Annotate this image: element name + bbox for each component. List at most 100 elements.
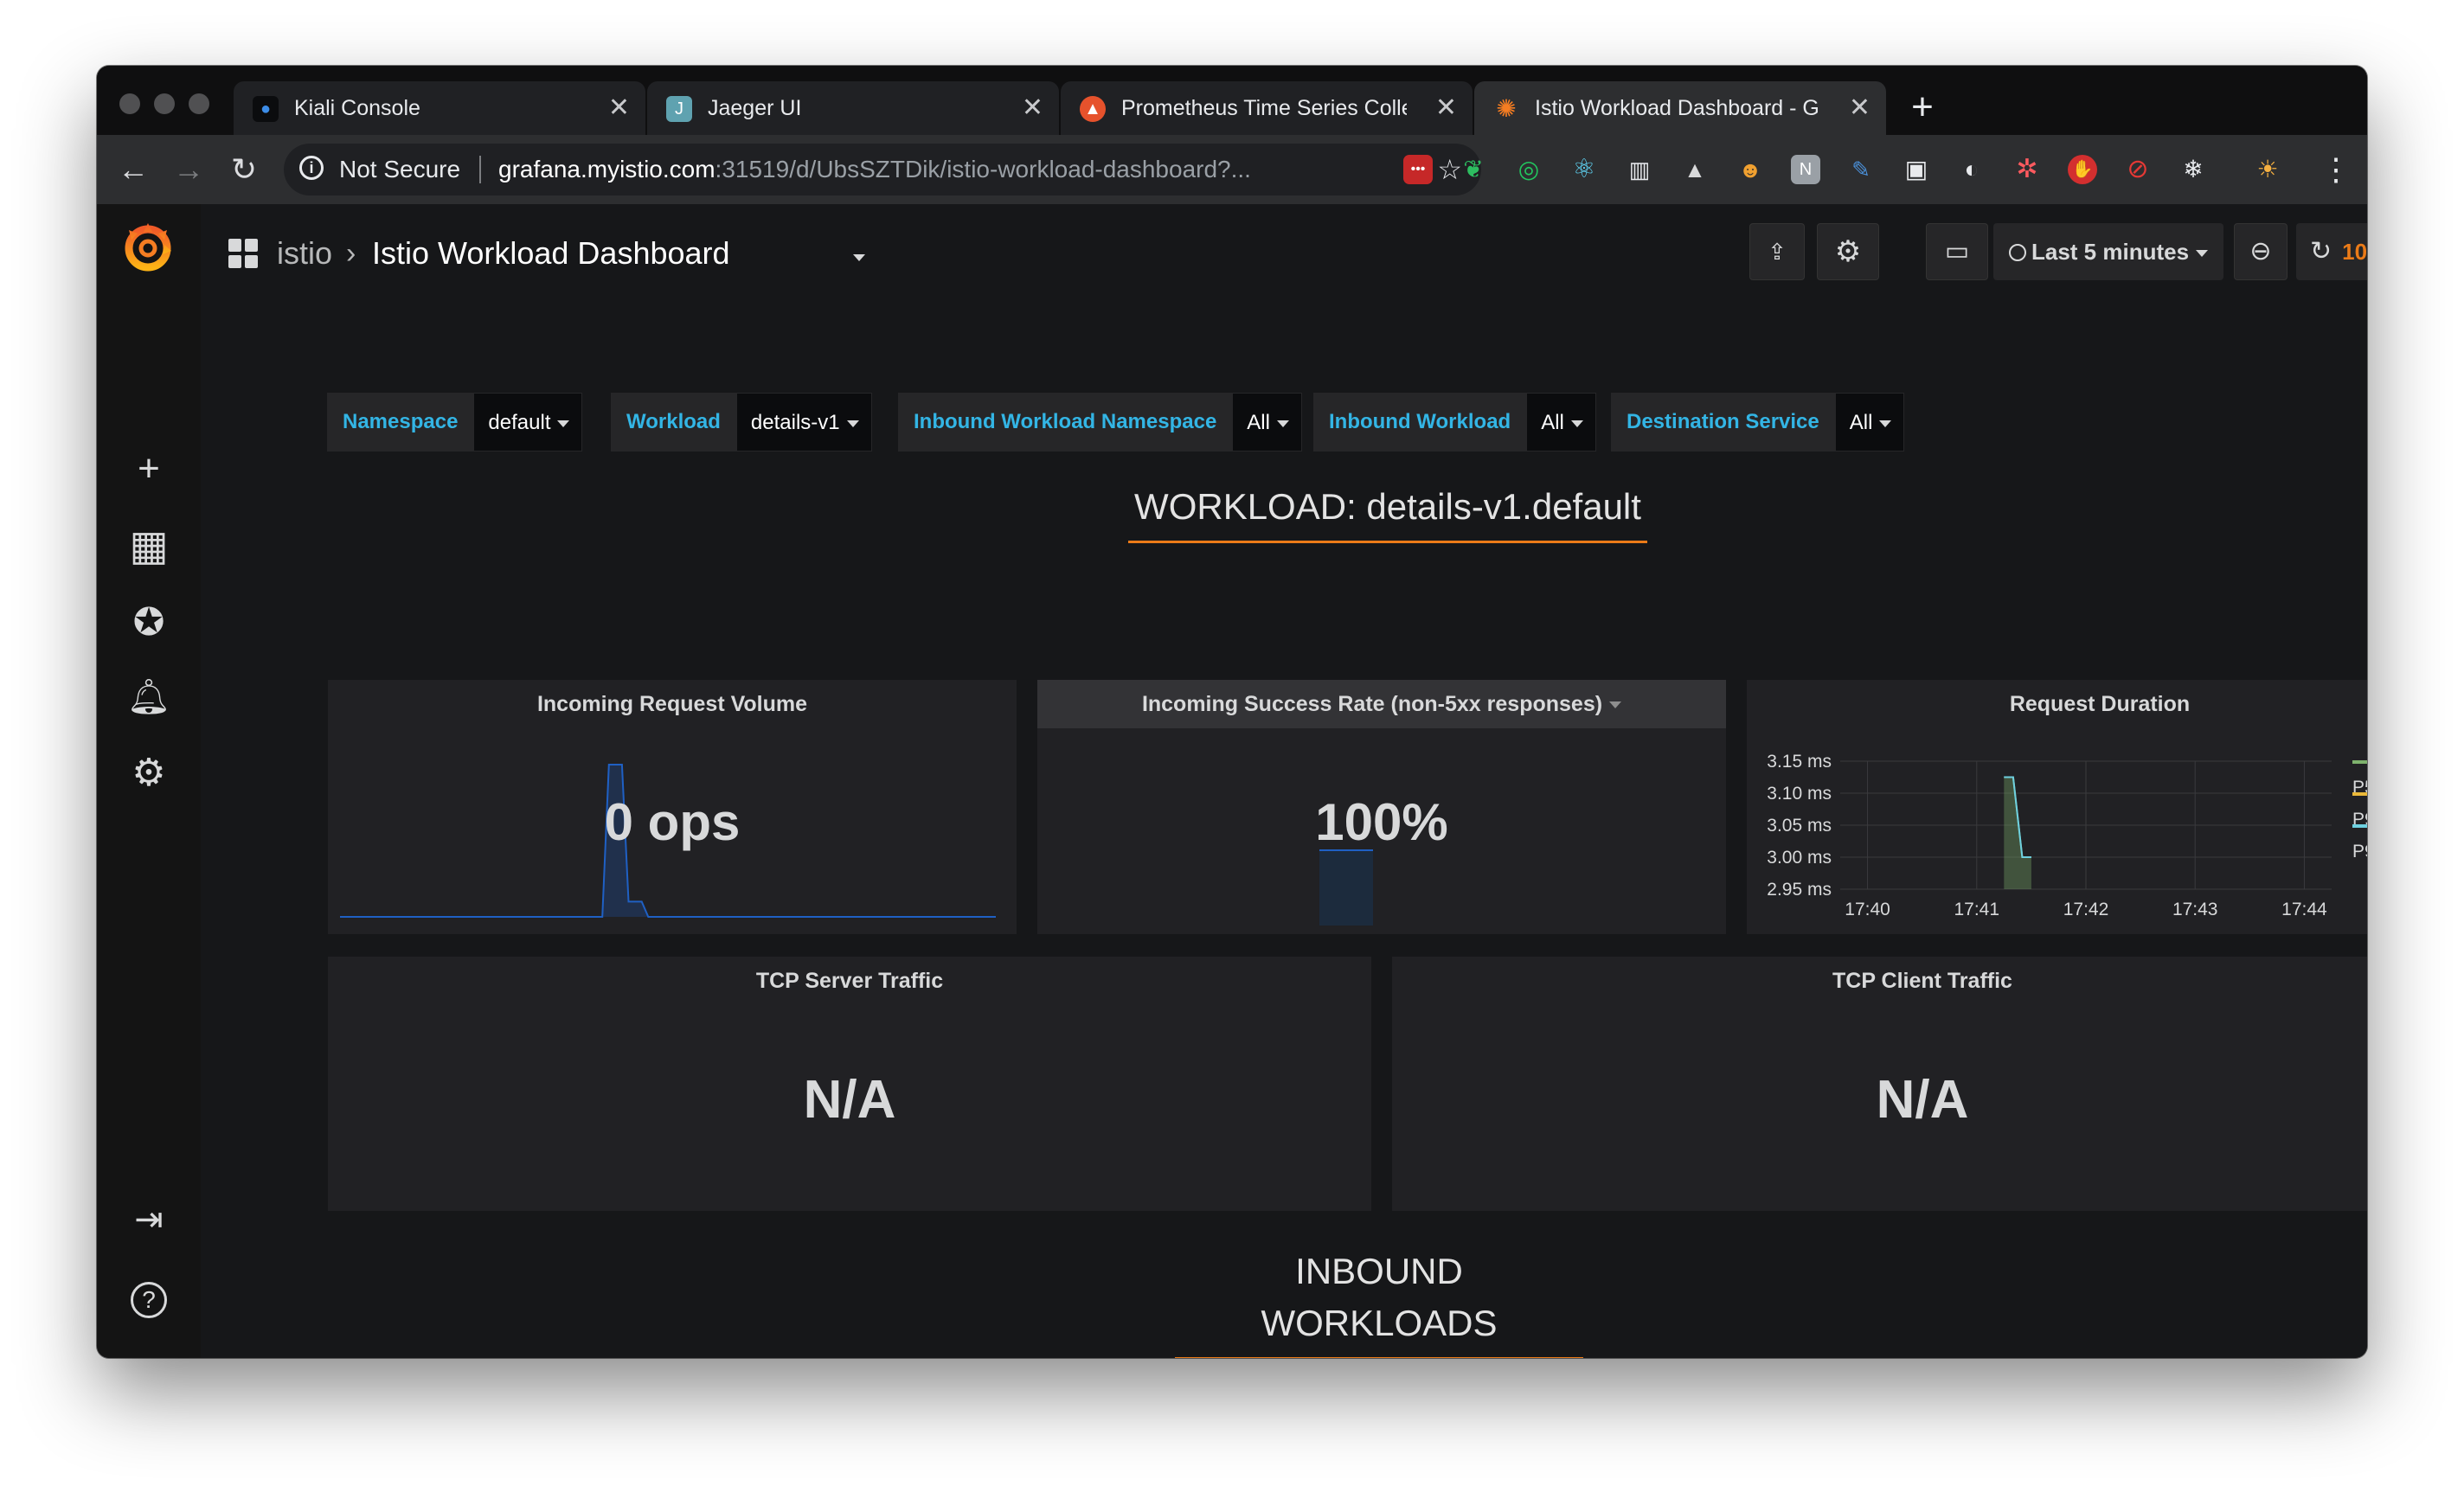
browser-menu-icon[interactable]: ⋮ [2320, 154, 2352, 185]
variable-workload: Workload details-v1 [611, 393, 872, 452]
extension-circle-icon[interactable]: ◐ [1957, 155, 1986, 184]
explore-compass-icon[interactable]: ✪ [126, 600, 171, 645]
configuration-gear-icon[interactable]: ⚙ [126, 751, 171, 796]
variable-select[interactable]: All [1232, 393, 1302, 452]
variable-label: Namespace [327, 393, 474, 452]
panel-tcp-server-traffic[interactable]: TCP Server Traffic N/A [328, 957, 1371, 1211]
alerting-bell-icon[interactable]: 🔔︎ [126, 675, 171, 720]
extension-reader-icon[interactable]: ▥ [1625, 155, 1654, 184]
share-icon[interactable]: ⇪ [1749, 223, 1805, 280]
zoom-out-icon[interactable]: ⊖ [2234, 223, 2288, 280]
extension-react-icon[interactable]: ⚛ [1569, 155, 1599, 184]
panel-incoming-success-rate[interactable]: Incoming Success Rate (non-5xx responses… [1037, 680, 1726, 934]
security-label: Not Secure [339, 156, 461, 183]
grafana-logo-icon[interactable] [119, 218, 176, 275]
tab-strip: ● Kiali Console ✕ J Jaeger UI ✕ ▲ Promet… [97, 66, 2367, 135]
extension-nimbus-icon[interactable]: N [1791, 155, 1820, 184]
refresh-picker[interactable]: ↻ 10s [2296, 223, 2367, 280]
create-plus-icon[interactable]: + [126, 446, 171, 491]
new-tab-button[interactable]: + [1898, 83, 1947, 131]
extension-block-icon[interactable]: ⊘ [2123, 155, 2153, 184]
address-bar[interactable]: i Not Secure grafana.myistio.com:31519/d… [284, 144, 1481, 195]
y-tick-label: 2.95 ms [1767, 880, 1832, 900]
variable-label: Workload [611, 393, 736, 452]
panel-request-duration[interactable]: Request Duration 3.15 ms 3.10 ms 3.05 ms 3.… [1747, 680, 2367, 934]
variable-select[interactable]: details-v1 [735, 393, 872, 452]
panel-title[interactable]: TCP Client Traffic [1392, 957, 2367, 1005]
extension-evernote-icon[interactable]: ❦ [1459, 155, 1488, 184]
request-duration-chart: 3.15 ms 3.10 ms 3.05 ms 3.00 ms 2.95 ms 17:40… [1767, 752, 2332, 919]
panel-title[interactable]: Request Duration [1747, 680, 2367, 728]
kiali-favicon-icon: ● [253, 96, 279, 122]
refresh-icon[interactable]: ↻ [2310, 237, 2332, 266]
close-icon[interactable]: ✕ [1849, 81, 1870, 135]
variable-destination-service: Destination Service All [1611, 393, 1905, 452]
tab-kiali[interactable]: ● Kiali Console ✕ [234, 81, 645, 135]
grafana-favicon-icon: ✺ [1496, 95, 1517, 122]
time-range-picker[interactable]: Last 5 minutes [1993, 223, 2223, 280]
window-zoom-button[interactable] [189, 93, 209, 114]
panel-incoming-request-volume[interactable]: Incoming Request Volume 0 ops [328, 680, 1017, 934]
dashboard-content: istio › Istio Workload Dashboard ⇪ ⚙ ▭ L… [201, 204, 2367, 1358]
window-close-button[interactable] [119, 93, 140, 114]
extension-snow-icon[interactable]: ❄ [2178, 155, 2208, 184]
refresh-interval: 10s [2342, 239, 2367, 265]
close-icon[interactable]: ✕ [1022, 81, 1043, 135]
close-icon[interactable]: ✕ [1435, 81, 1457, 135]
panel-title[interactable]: Incoming Success Rate (non-5xx responses… [1037, 680, 1726, 728]
info-icon[interactable]: i [299, 156, 324, 180]
y-tick-label: 3.15 ms [1767, 752, 1832, 772]
forward-arrow-icon[interactable]: → [166, 147, 211, 192]
dashboards-grid-icon[interactable]: ▦ [126, 524, 171, 569]
tab-grafana[interactable]: ✺ Istio Workload Dashboard - Gra ✕ [1474, 81, 1886, 135]
y-tick-label: 3.10 ms [1767, 784, 1832, 804]
variable-select[interactable]: All [1834, 393, 1905, 452]
tab-jaeger[interactable]: J Jaeger UI ✕ [647, 81, 1059, 135]
extension-stop-hand-icon[interactable]: ✋ [2068, 155, 2097, 184]
window-minimize-button[interactable] [154, 93, 175, 114]
reload-icon[interactable]: ↻ [221, 147, 266, 192]
settings-gear-icon[interactable]: ⚙ [1817, 223, 1879, 280]
extension-lastpass-icon[interactable]: ••• [1403, 155, 1433, 184]
legend-swatch [2352, 824, 2367, 829]
help-icon[interactable]: ? [126, 1273, 171, 1318]
extension-avatar-icon[interactable]: ☻ [1736, 155, 1765, 184]
grafana-sidemenu: + ▦ ✪ 🔔︎ ⚙ ⇥ ? [97, 204, 201, 1358]
legend-swatch [2352, 760, 2367, 765]
close-icon[interactable]: ✕ [608, 81, 630, 135]
legend-swatch [2352, 792, 2367, 797]
panel-tcp-client-traffic[interactable]: TCP Client Traffic N/A [1392, 957, 2367, 1211]
y-tick-label: 3.00 ms [1767, 848, 1832, 868]
series-area-p50 [2004, 777, 2031, 889]
panel-title[interactable]: Incoming Request Volume [328, 680, 1017, 728]
legend-item[interactable]: P99 [2352, 813, 2367, 865]
panel-title[interactable]: TCP Server Traffic [328, 957, 1371, 1005]
extension-pinwheel-icon[interactable]: ✲ [2012, 155, 2042, 184]
sign-in-icon[interactable]: ⇥ [126, 1197, 171, 1242]
x-tick-label: 17:40 [1845, 900, 1890, 919]
prometheus-favicon-icon: ▲ [1080, 96, 1106, 122]
url-text: grafana.myistio.com:31519/d/UbsSZTDik/is… [498, 156, 1251, 183]
dashboard-title[interactable]: Istio Workload Dashboard [372, 232, 730, 275]
divider [479, 156, 481, 183]
time-range-label: Last 5 minutes [2031, 239, 2190, 265]
extension-target-icon[interactable]: ◎ [1514, 155, 1543, 184]
tv-mode-icon[interactable]: ▭ [1926, 223, 1988, 280]
x-tick-label: 17:44 [2281, 900, 2327, 919]
extension-sunrise-icon[interactable]: ☀ [2253, 155, 2282, 184]
x-tick-label: 17:41 [1954, 900, 1999, 919]
variable-select[interactable]: All [1526, 393, 1596, 452]
success-rate-sparkline-bar [1319, 849, 1373, 926]
chevron-down-icon[interactable] [853, 254, 865, 261]
extension-drive-icon[interactable]: ▲ [1680, 155, 1710, 184]
variable-select[interactable]: default [473, 393, 583, 452]
back-arrow-icon[interactable]: ← [111, 147, 156, 192]
row-title-workload[interactable]: WORKLOAD: details-v1.default [1128, 481, 1647, 543]
breadcrumb-folder[interactable]: istio [277, 232, 332, 275]
extension-share-icon[interactable]: ✎ [1846, 155, 1876, 184]
extension-window-icon[interactable]: ▣ [1902, 155, 1931, 184]
row-title-inbound-workloads[interactable]: INBOUND WORKLOADS [1175, 1246, 1583, 1358]
tab-prometheus[interactable]: ▲ Prometheus Time Series Collec ✕ [1061, 81, 1473, 135]
variable-inbound-workload: Inbound Workload All [1313, 393, 1596, 452]
tab-title: Prometheus Time Series Collec [1121, 96, 1407, 120]
